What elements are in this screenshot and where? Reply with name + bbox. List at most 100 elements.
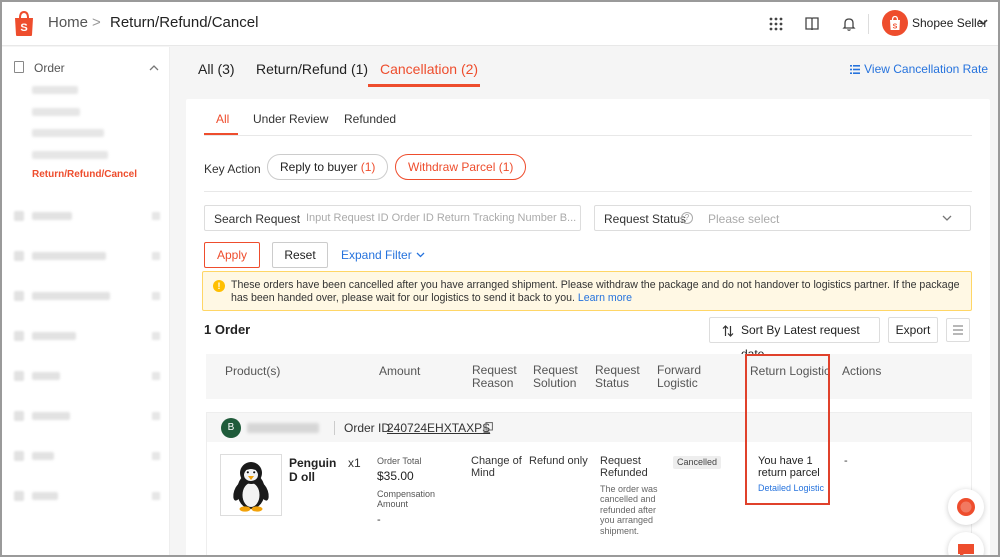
product-image[interactable] — [220, 454, 282, 516]
sidebar-item-blurred[interactable] — [32, 129, 104, 137]
col-request-solution: Request Solution — [533, 363, 578, 390]
sidebar-group-blurred[interactable] — [14, 489, 160, 503]
list-icon — [850, 65, 861, 74]
col-request-status: Request Status — [595, 363, 640, 390]
tab-return-refund[interactable]: Return/Refund (1) — [256, 61, 368, 77]
subtab-all[interactable]: All — [216, 112, 229, 126]
sidebar-section-label: Order — [34, 61, 65, 75]
reply-to-buyer-label: Reply to buyer — [280, 160, 358, 174]
sidebar-group-blurred[interactable] — [14, 249, 160, 263]
seller-name[interactable]: Shopee Seller — [912, 16, 987, 30]
order-count: 1 Order — [204, 322, 251, 337]
chevron-down-icon[interactable] — [978, 18, 988, 26]
request-status-placeholder: Please select — [708, 212, 780, 226]
request-status-label: Request Status — [604, 212, 687, 226]
col-actions: Actions — [842, 364, 882, 378]
key-action-label: Key Action — [204, 162, 261, 176]
chevron-down-icon — [416, 252, 425, 258]
app-window: S Home > Return/Refund/Cancel S Shopee S… — [0, 0, 1000, 557]
actions-value: - — [844, 455, 848, 467]
expand-filter-link[interactable]: Expand Filter — [341, 248, 425, 262]
tab-cancellation[interactable]: Cancellation (2) — [380, 61, 478, 77]
buyer-name-redacted[interactable] — [247, 423, 319, 433]
notice-text: These orders have been cancelled after y… — [231, 279, 966, 305]
topbar-divider — [868, 14, 869, 34]
table-header: Product(s) Amount Request Reason Request… — [206, 354, 972, 399]
chevron-up-icon[interactable] — [149, 64, 159, 71]
help-icon[interactable]: ? — [681, 212, 693, 224]
penguin-image-icon — [233, 462, 269, 512]
message-fab[interactable] — [948, 532, 984, 555]
order-row: Penguin D oll x1 Order Total $35.00 Comp… — [206, 442, 972, 555]
sidebar-group-blurred[interactable] — [14, 209, 160, 223]
message-icon — [958, 544, 974, 555]
product-name[interactable]: Penguin D oll — [289, 456, 345, 484]
subtab-refunded[interactable]: Refunded — [344, 112, 396, 126]
search-request-field[interactable]: Search Request Input Request ID Order ID… — [204, 205, 581, 231]
col-amount: Amount — [379, 364, 421, 378]
sidebar-group-blurred[interactable] — [14, 329, 160, 343]
order-total-value: $35.00 — [377, 469, 414, 483]
breadcrumb-home[interactable]: Home — [48, 14, 88, 31]
reply-to-buyer-pill[interactable]: Reply to buyer (1) — [267, 154, 389, 180]
reply-to-buyer-count: (1) — [360, 160, 376, 174]
sidebar-group-blurred[interactable] — [14, 409, 160, 423]
sidebar-item-return-refund-cancel[interactable]: Return/Refund/Cancel — [32, 169, 137, 180]
col-forward-logistic: Forward Logistic — [657, 363, 702, 390]
sidebar-group-blurred[interactable] — [14, 369, 160, 383]
request-status-select[interactable]: Request Status ? Please select — [594, 205, 971, 231]
withdraw-parcel-pill[interactable]: Withdraw Parcel (1) — [395, 154, 527, 180]
request-status-note: The order was cancelled and refunded aft… — [600, 484, 658, 536]
buyer-avatar[interactable]: B — [221, 418, 241, 438]
sidebar-item-blurred[interactable] — [32, 108, 80, 116]
view-cancellation-rate-link[interactable]: View Cancellation Rate — [850, 62, 988, 76]
col-request-reason: Request Reason — [472, 363, 517, 390]
learn-more-link[interactable]: Learn more — [578, 292, 632, 304]
order-id-label: Order ID — [344, 421, 391, 435]
export-button[interactable]: Export — [888, 317, 938, 343]
bell-icon[interactable] — [841, 16, 857, 32]
breadcrumb-separator: > — [92, 14, 101, 31]
chevron-down-icon — [942, 215, 952, 221]
forward-logistic-badge: Cancelled — [673, 456, 722, 469]
view-cancellation-rate-label: View Cancellation Rate — [864, 62, 988, 76]
apps-grid-icon[interactable] — [768, 16, 784, 32]
column-settings-button[interactable] — [946, 318, 970, 342]
subtab-under-review[interactable]: Under Review — [253, 112, 328, 126]
search-request-input[interactable]: Input Request ID Order ID Return Trackin… — [306, 212, 576, 224]
return-logistic-highlight — [745, 354, 830, 505]
sidebar-item-blurred[interactable] — [32, 151, 108, 159]
order-id-link[interactable]: 240724EHXTAXPS — [387, 421, 490, 435]
active-tab-underline — [368, 84, 480, 87]
order-icon — [14, 61, 24, 73]
shop-bag-icon: S — [890, 15, 900, 31]
seller-avatar[interactable]: S — [882, 10, 908, 36]
sidebar-group-blurred[interactable] — [14, 449, 160, 463]
sidebar-group-blurred[interactable] — [14, 289, 160, 303]
expand-filter-label: Expand Filter — [341, 248, 412, 262]
compensation-label: Compensation Amount — [377, 489, 436, 509]
warning-icon: ! — [213, 280, 225, 292]
breadcrumb-current: Return/Refund/Cancel — [110, 14, 259, 31]
svg-text:S: S — [20, 22, 27, 34]
order-header: B Order ID 240724EHXTAXPS — [206, 412, 972, 442]
sidebar-section-order[interactable]: Order — [14, 61, 65, 75]
sort-button[interactable]: Sort By Latest request date — [709, 317, 880, 361]
order-total-label: Order Total — [377, 456, 422, 466]
shopee-logo-icon[interactable]: S — [12, 11, 36, 37]
top-bar: S Home > Return/Refund/Cancel S Shopee S… — [2, 2, 998, 46]
copy-icon[interactable] — [483, 422, 493, 433]
divider — [204, 191, 972, 192]
sidebar-item-blurred[interactable] — [32, 86, 78, 94]
compensation-value: - — [377, 514, 381, 526]
sidebar: Order Return/Refund/Cancel — [2, 47, 170, 555]
book-icon[interactable] — [804, 16, 820, 32]
svg-text:S: S — [893, 24, 898, 31]
apply-button[interactable]: Apply — [204, 242, 260, 268]
notice-banner: ! These orders have been cancelled after… — [202, 271, 972, 311]
reset-button[interactable]: Reset — [272, 242, 328, 268]
tab-all[interactable]: All (3) — [198, 61, 235, 77]
divider — [204, 135, 972, 136]
menu-icon — [953, 325, 963, 335]
chat-fab[interactable] — [948, 489, 984, 525]
